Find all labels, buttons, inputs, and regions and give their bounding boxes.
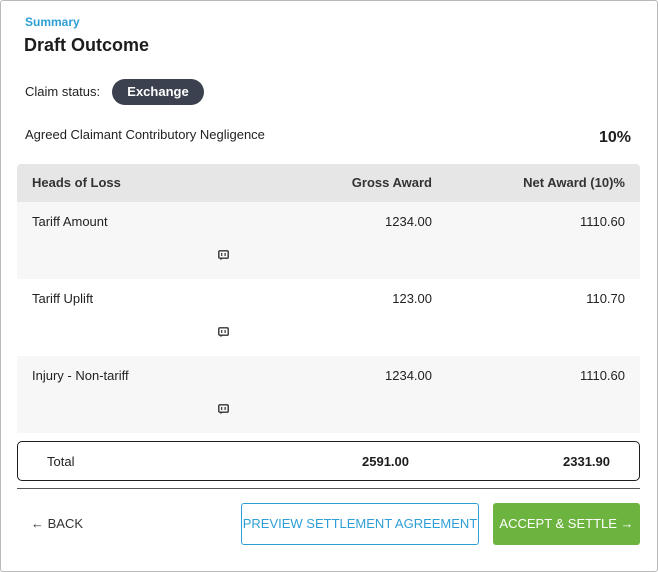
row-net: 110.70 [586,291,625,306]
draft-outcome-panel: Summary Draft Outcome Claim status: Exch… [0,0,658,572]
table-header: Heads of Loss Gross Award Net Award (10)… [17,164,640,202]
accept-and-settle-button[interactable]: ACCEPT & SETTLE → [493,503,640,545]
row-head: Injury - Non-tariff [32,368,129,383]
comment-icon[interactable] [218,250,229,261]
header-gross-award: Gross Award [351,175,432,190]
table-row: Injury - Non-tariff 1234.00 1110.60 [17,356,640,433]
back-button[interactable]: ← BACK [31,516,83,531]
preview-settlement-agreement-button[interactable]: PREVIEW SETTLEMENT AGREEMENT [241,503,479,545]
section-eyebrow: Summary [25,15,80,29]
total-row: Total 2591.00 2331.90 [17,441,640,481]
row-gross: 1234.00 [385,368,432,383]
header-net-award: Net Award (10)% [523,175,625,190]
row-net: 1110.60 [579,368,625,383]
comment-icon[interactable] [218,404,229,415]
comment-icon[interactable] [218,327,229,338]
table-row: Tariff Uplift 123.00 110.70 [17,279,640,356]
footer-divider [17,488,640,489]
header-heads-of-loss: Heads of Loss [32,175,121,190]
heads-of-loss-table: Heads of Loss Gross Award Net Award (10)… [17,164,640,433]
row-gross: 123.00 [392,291,432,306]
row-net: 1110.60 [579,214,625,229]
row-head: Tariff Uplift [32,291,94,306]
row-head: Tariff Amount [32,214,108,229]
total-net: 2331.90 [563,454,610,469]
total-gross: 2591.00 [362,454,409,469]
negligence-label: Agreed Claimant Contributory Negligence [25,127,265,142]
row-gross: 1234.00 [385,214,432,229]
page-title: Draft Outcome [24,35,150,55]
table-row: Tariff Amount 1234.00 1110.60 [17,202,640,279]
claim-status-badge: Exchange [112,79,204,105]
claim-status-label: Claim status: [25,84,101,99]
total-label: Total [47,454,75,469]
negligence-value: 10% [598,129,631,146]
